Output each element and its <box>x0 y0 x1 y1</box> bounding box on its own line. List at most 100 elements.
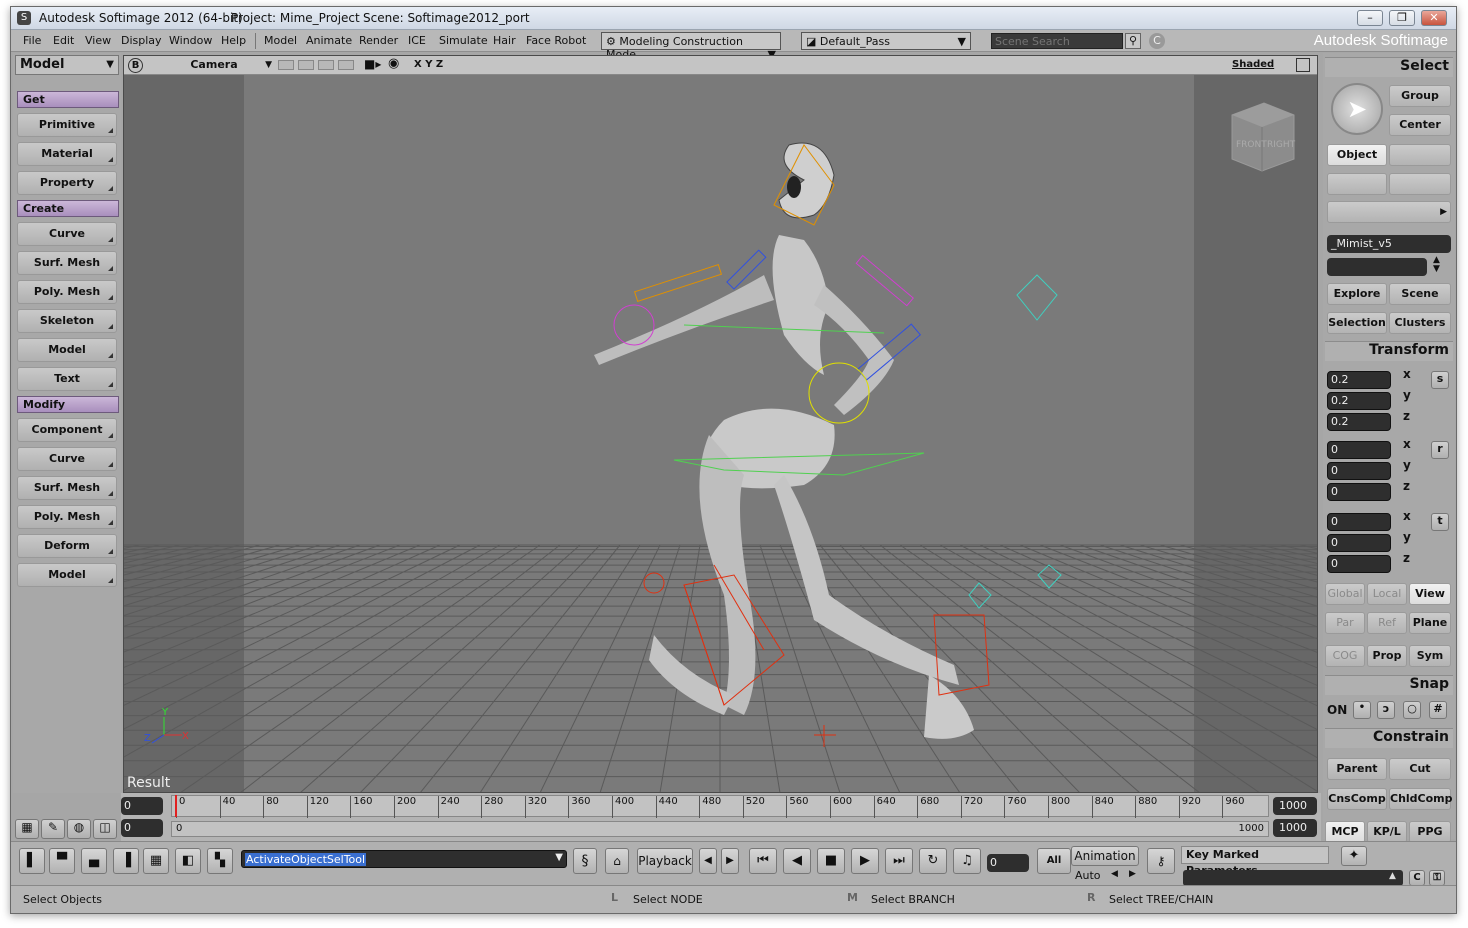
translate-x-label[interactable]: x <box>1403 509 1411 523</box>
scale-y-field[interactable]: 0.2 <box>1327 392 1391 410</box>
all-button[interactable]: All <box>1037 848 1071 874</box>
modify-poly-mesh-button[interactable]: Poly. Mesh <box>17 505 117 529</box>
layout-split-icon[interactable]: ◧ <box>175 848 201 874</box>
pass-select[interactable]: ◪ Default_Pass ▼ <box>801 32 971 50</box>
tab-kpl[interactable]: KP/L <box>1367 821 1407 843</box>
clear-search-icon[interactable]: C <box>1149 33 1165 49</box>
close-button[interactable]: ✕ <box>1421 10 1447 26</box>
layout-quad-icon[interactable]: ▦ <box>143 848 169 874</box>
tab-ppg[interactable]: PPG <box>1409 821 1451 843</box>
sym-button[interactable]: Sym <box>1409 645 1451 667</box>
menu-view[interactable]: View <box>85 34 111 47</box>
rotate-y-label[interactable]: y <box>1403 458 1411 472</box>
prev-key-icon[interactable]: ◀ <box>1111 869 1118 879</box>
snap-section-title[interactable]: Snap <box>1325 675 1453 695</box>
create-curve-button[interactable]: Curve <box>17 222 117 246</box>
mode-select[interactable]: Model ▼ <box>15 55 119 75</box>
menu-window[interactable]: Window <box>169 34 212 47</box>
menu-face-robot[interactable]: Face Robot <box>526 34 586 47</box>
keyframe-tool-icon[interactable]: ✦ <box>1341 846 1367 866</box>
select-filter-empty-2[interactable] <box>1327 173 1387 195</box>
key-set-field[interactable] <box>1183 870 1403 886</box>
menu-help[interactable]: Help <box>221 34 246 47</box>
local-button[interactable]: Local <box>1367 583 1407 605</box>
constrain-section-title[interactable]: Constrain <box>1325 728 1453 748</box>
childcomp-button[interactable]: ChldComp <box>1389 788 1453 810</box>
modify-surf-mesh-button[interactable]: Surf. Mesh <box>17 476 117 500</box>
cnscomp-button[interactable]: CnsComp <box>1327 788 1387 810</box>
modify-deform-button[interactable]: Deform <box>17 534 117 558</box>
split-view-icon[interactable]: ◫ <box>93 819 117 839</box>
section-get[interactable]: Get <box>17 91 119 108</box>
translate-z-field[interactable]: 0 <box>1327 555 1391 573</box>
create-surf-mesh-button[interactable]: Surf. Mesh <box>17 251 117 275</box>
ref-button[interactable]: Ref <box>1367 612 1407 634</box>
rotate-z-field[interactable]: 0 <box>1327 483 1391 501</box>
3d-viewport[interactable]: B Camera ▼ ■▸ ◉ X Y Z Shaded FRONT RIGHT <box>123 55 1318 793</box>
frame-field[interactable]: 0 <box>987 854 1029 872</box>
menu-ice[interactable]: ICE <box>408 34 426 47</box>
select-filter-empty-1[interactable] <box>1389 144 1451 166</box>
stop-icon[interactable]: ■ <box>817 848 845 874</box>
rotate-tool-button[interactable]: r <box>1431 441 1449 459</box>
chevron-down-icon[interactable]: ▼ <box>555 852 563 863</box>
create-skeleton-button[interactable]: Skeleton <box>17 309 117 333</box>
scene-button[interactable]: Scene <box>1389 283 1451 305</box>
palette-icon[interactable]: ◍ <box>67 819 91 839</box>
translate-x-field[interactable]: 0 <box>1327 513 1391 531</box>
select-section-title[interactable]: Select <box>1325 57 1453 77</box>
snap-on-toggle[interactable]: ON <box>1327 703 1347 717</box>
par-button[interactable]: Par <box>1325 612 1365 634</box>
menu-render[interactable]: Render <box>359 34 398 47</box>
center-button[interactable]: Center <box>1389 114 1451 136</box>
eye-icon[interactable]: ◉ <box>388 56 399 71</box>
layout-top-icon[interactable]: ▀ <box>49 848 75 874</box>
object-button[interactable]: Object <box>1327 144 1387 166</box>
layout-icon[interactable]: ▦ <box>15 819 39 839</box>
step-forward-icon[interactable]: ▶ <box>721 848 739 874</box>
menu-animate[interactable]: Animate <box>306 34 352 47</box>
snap-curve-icon[interactable]: ↄ <box>1377 701 1395 719</box>
view-slot-2[interactable] <box>298 60 314 70</box>
snap-point-icon[interactable]: • <box>1353 701 1371 719</box>
snap-surface-icon[interactable]: ○ <box>1403 701 1421 719</box>
selection-button[interactable]: Selection <box>1327 312 1387 334</box>
next-key-icon[interactable]: ▶ <box>1129 869 1136 879</box>
audio-icon[interactable]: ♫ <box>953 848 981 874</box>
select-filter-expand[interactable]: ▶ <box>1327 201 1451 223</box>
scale-x-label[interactable]: x <box>1403 367 1411 381</box>
cog-button[interactable]: COG <box>1325 645 1365 667</box>
timeline-start-field[interactable]: 0 <box>121 797 163 815</box>
snapshot-icon[interactable]: ⌂ <box>605 848 629 874</box>
viewport-badge[interactable]: B <box>128 58 143 73</box>
scene-search-input[interactable] <box>991 33 1123 49</box>
range-start-field[interactable]: 0 <box>121 819 163 837</box>
axis-toggle[interactable]: X Y Z <box>414 59 443 70</box>
maximize-button[interactable]: ❐ <box>1389 10 1415 26</box>
translate-z-label[interactable]: z <box>1403 551 1410 565</box>
modify-model-button[interactable]: Model <box>17 563 117 587</box>
goto-start-icon[interactable]: ⏮ <box>749 848 777 874</box>
search-icon[interactable]: ⚲ <box>1125 33 1141 49</box>
display-mode-menu[interactable]: Shaded <box>1232 59 1274 70</box>
lock-icon[interactable]: ⚿ <box>1429 870 1445 886</box>
translate-tool-button[interactable]: t <box>1431 513 1449 531</box>
select-filter-empty-3[interactable] <box>1389 173 1451 195</box>
command-line[interactable]: ActivateObjectSelTool ▼ <box>241 850 567 868</box>
menu-hair[interactable]: Hair <box>493 34 516 47</box>
view-slot-1[interactable] <box>278 60 294 70</box>
scene-canvas[interactable]: FRONT RIGHT Y X Z Result <box>124 75 1317 793</box>
menu-edit[interactable]: Edit <box>53 34 74 47</box>
section-create[interactable]: Create <box>17 200 119 217</box>
section-modify[interactable]: Modify <box>17 396 119 413</box>
modify-curve-button[interactable]: Curve <box>17 447 117 471</box>
scale-z-field[interactable]: 0.2 <box>1327 413 1391 431</box>
step-back-icon[interactable]: ◀ <box>699 848 717 874</box>
group-button[interactable]: Group <box>1389 85 1451 107</box>
scale-z-label[interactable]: z <box>1403 409 1410 423</box>
view-slot-4[interactable] <box>338 60 354 70</box>
range-end-field[interactable]: 1000 <box>1273 819 1317 837</box>
goto-end-icon[interactable]: ⏭ <box>885 848 913 874</box>
translate-y-label[interactable]: y <box>1403 530 1411 544</box>
tab-mcp[interactable]: MCP <box>1325 821 1365 843</box>
